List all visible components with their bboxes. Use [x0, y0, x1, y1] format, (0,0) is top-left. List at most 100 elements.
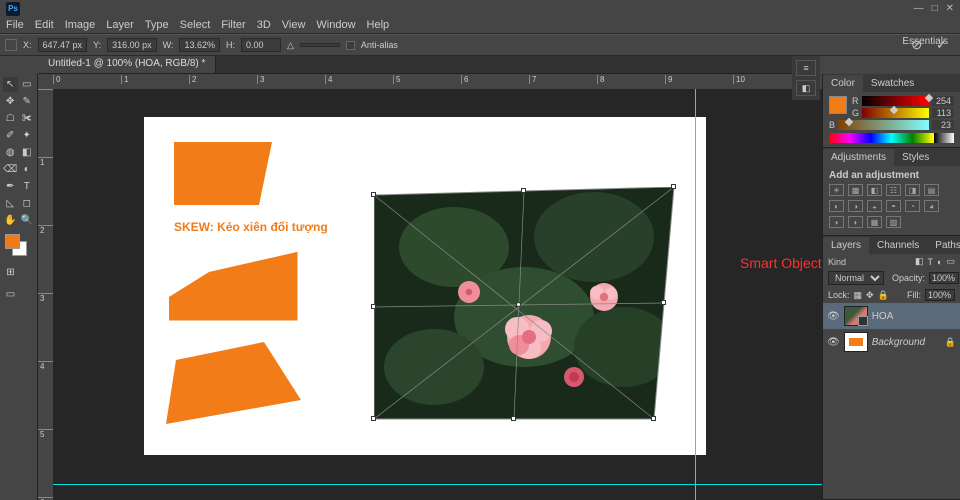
- menu-3d[interactable]: 3D: [257, 19, 271, 31]
- crop-tool[interactable]: ☖: [3, 111, 18, 126]
- adj-channel-icon[interactable]: ◒: [867, 200, 882, 212]
- transform-handle[interactable]: [651, 416, 656, 421]
- tab-paths[interactable]: Paths: [927, 237, 960, 254]
- transform-handle[interactable]: [521, 188, 526, 193]
- transform-handle[interactable]: [371, 304, 376, 309]
- screenmode-tool[interactable]: ▭: [3, 287, 18, 302]
- brush-tool[interactable]: ✦: [20, 128, 35, 143]
- layer-thumb[interactable]: [844, 332, 868, 352]
- b-slider[interactable]: [838, 120, 929, 130]
- maximize-button[interactable]: □: [932, 3, 938, 14]
- menu-edit[interactable]: Edit: [35, 19, 54, 31]
- blend-mode-select[interactable]: Normal: [828, 271, 884, 285]
- transform-handle[interactable]: [671, 184, 676, 189]
- adj-vibrance-icon[interactable]: ◨: [905, 184, 920, 196]
- adj-select-icon[interactable]: ▦: [867, 216, 882, 228]
- transform-anchor-icon[interactable]: [5, 39, 17, 51]
- minimize-button[interactable]: —: [914, 3, 924, 14]
- wand-tool[interactable]: ✎: [20, 94, 35, 109]
- fill-input[interactable]: 100%: [925, 289, 955, 301]
- layer-name[interactable]: Background: [872, 337, 925, 348]
- history-dock-icon[interactable]: ≡: [796, 60, 816, 76]
- lock-position-icon[interactable]: ✥: [866, 290, 874, 301]
- antialias-checkbox[interactable]: [346, 41, 355, 50]
- workspace-switcher[interactable]: Essentials: [896, 34, 954, 49]
- hand-tool[interactable]: ✋: [3, 213, 18, 228]
- canvas[interactable]: SKEW: Kéo xiên đối tượng: [144, 117, 706, 455]
- adj-gradient-icon[interactable]: ◗: [848, 216, 863, 228]
- y-input[interactable]: 316.00 px: [107, 38, 157, 52]
- transform-handle[interactable]: [371, 192, 376, 197]
- filter-icon[interactable]: ◐: [937, 257, 942, 267]
- layer-row-hoa[interactable]: 👁 HOA: [823, 303, 960, 329]
- color-spectrum[interactable]: [829, 133, 954, 143]
- quickmask-tool[interactable]: ⊞: [3, 265, 18, 280]
- menu-window[interactable]: Window: [316, 19, 355, 31]
- transform-handle[interactable]: [511, 416, 516, 421]
- visibility-icon[interactable]: 👁: [827, 337, 840, 348]
- transform-handle[interactable]: [661, 300, 666, 305]
- adj-brightness-icon[interactable]: ☀: [829, 184, 844, 196]
- lasso-tool[interactable]: ✥: [3, 94, 18, 109]
- adj-exposure-icon[interactable]: ☷: [886, 184, 901, 196]
- g-slider[interactable]: [862, 108, 929, 118]
- document-tab[interactable]: Untitled-1 @ 100% (HOA, RGB/8) *: [38, 56, 216, 73]
- ruler-horizontal[interactable]: 012345678910: [53, 74, 822, 89]
- transform-center[interactable]: [516, 302, 521, 307]
- rotation-input[interactable]: [300, 43, 340, 47]
- guide-vertical[interactable]: [695, 89, 696, 500]
- tab-channels[interactable]: Channels: [869, 237, 927, 254]
- foreground-color-swatch[interactable]: [5, 234, 20, 249]
- tab-swatches[interactable]: Swatches: [863, 75, 922, 92]
- pen-tool[interactable]: ✒: [3, 179, 18, 194]
- eraser-tool[interactable]: ⌫: [3, 162, 18, 177]
- properties-dock-icon[interactable]: ◧: [796, 80, 816, 96]
- shape-tool[interactable]: ◻: [20, 196, 35, 211]
- filter-icon[interactable]: ▭: [946, 256, 955, 267]
- color-preview[interactable]: [829, 96, 847, 114]
- adj-levels-icon[interactable]: ▩: [848, 184, 863, 196]
- adj-threshold-icon[interactable]: ◖: [829, 216, 844, 228]
- filter-icon[interactable]: T: [928, 257, 934, 267]
- adj-curves-icon[interactable]: ◧: [867, 184, 882, 196]
- opacity-input[interactable]: 100%: [929, 272, 959, 284]
- menu-layer[interactable]: Layer: [106, 19, 134, 31]
- path-tool[interactable]: ◺: [3, 196, 18, 211]
- photo-smart-object[interactable]: [374, 187, 684, 427]
- tab-styles[interactable]: Styles: [894, 149, 937, 166]
- menu-filter[interactable]: Filter: [221, 19, 245, 31]
- move-tool[interactable]: ↖: [3, 77, 18, 92]
- canvas-area[interactable]: 012345678910 123456 SKEW: Kéo xiên đối t…: [38, 74, 822, 500]
- menu-type[interactable]: Type: [145, 19, 169, 31]
- eyedropper-tool[interactable]: ✀: [20, 111, 35, 126]
- layer-thumb[interactable]: [844, 306, 868, 326]
- menu-image[interactable]: Image: [65, 19, 96, 31]
- menu-help[interactable]: Help: [367, 19, 390, 31]
- tab-color[interactable]: Color: [823, 75, 863, 92]
- w-input[interactable]: 13.62%: [179, 38, 220, 52]
- heal-tool[interactable]: ✐: [3, 128, 18, 143]
- menu-file[interactable]: File: [6, 19, 24, 31]
- adj-photo-icon[interactable]: ◑: [848, 200, 863, 212]
- r-slider[interactable]: [862, 96, 930, 106]
- transform-handle[interactable]: [371, 416, 376, 421]
- layer-name[interactable]: HOA: [872, 311, 894, 322]
- marquee-tool[interactable]: ▭: [20, 77, 35, 92]
- adj-bw-icon[interactable]: ◐: [829, 200, 844, 212]
- color-swatches[interactable]: [3, 234, 34, 258]
- ruler-vertical[interactable]: 123456: [38, 89, 53, 500]
- menu-view[interactable]: View: [282, 19, 306, 31]
- adj-more-icon[interactable]: ▨: [886, 216, 901, 228]
- gradient-tool[interactable]: ◐: [20, 162, 35, 177]
- history-brush-tool[interactable]: ◧: [20, 145, 35, 160]
- filter-icon[interactable]: ◧: [915, 256, 924, 267]
- adj-lookup-icon[interactable]: ◓: [886, 200, 901, 212]
- tab-adjustments[interactable]: Adjustments: [823, 149, 894, 166]
- menu-select[interactable]: Select: [180, 19, 211, 31]
- layer-row-background[interactable]: 👁 Background 🔒: [823, 329, 960, 355]
- stamp-tool[interactable]: ◍: [3, 145, 18, 160]
- adj-hue-icon[interactable]: ▤: [924, 184, 939, 196]
- lock-all-icon[interactable]: 🔒: [878, 290, 889, 301]
- guide-horizontal[interactable]: [53, 484, 822, 485]
- close-button[interactable]: ✕: [946, 3, 954, 14]
